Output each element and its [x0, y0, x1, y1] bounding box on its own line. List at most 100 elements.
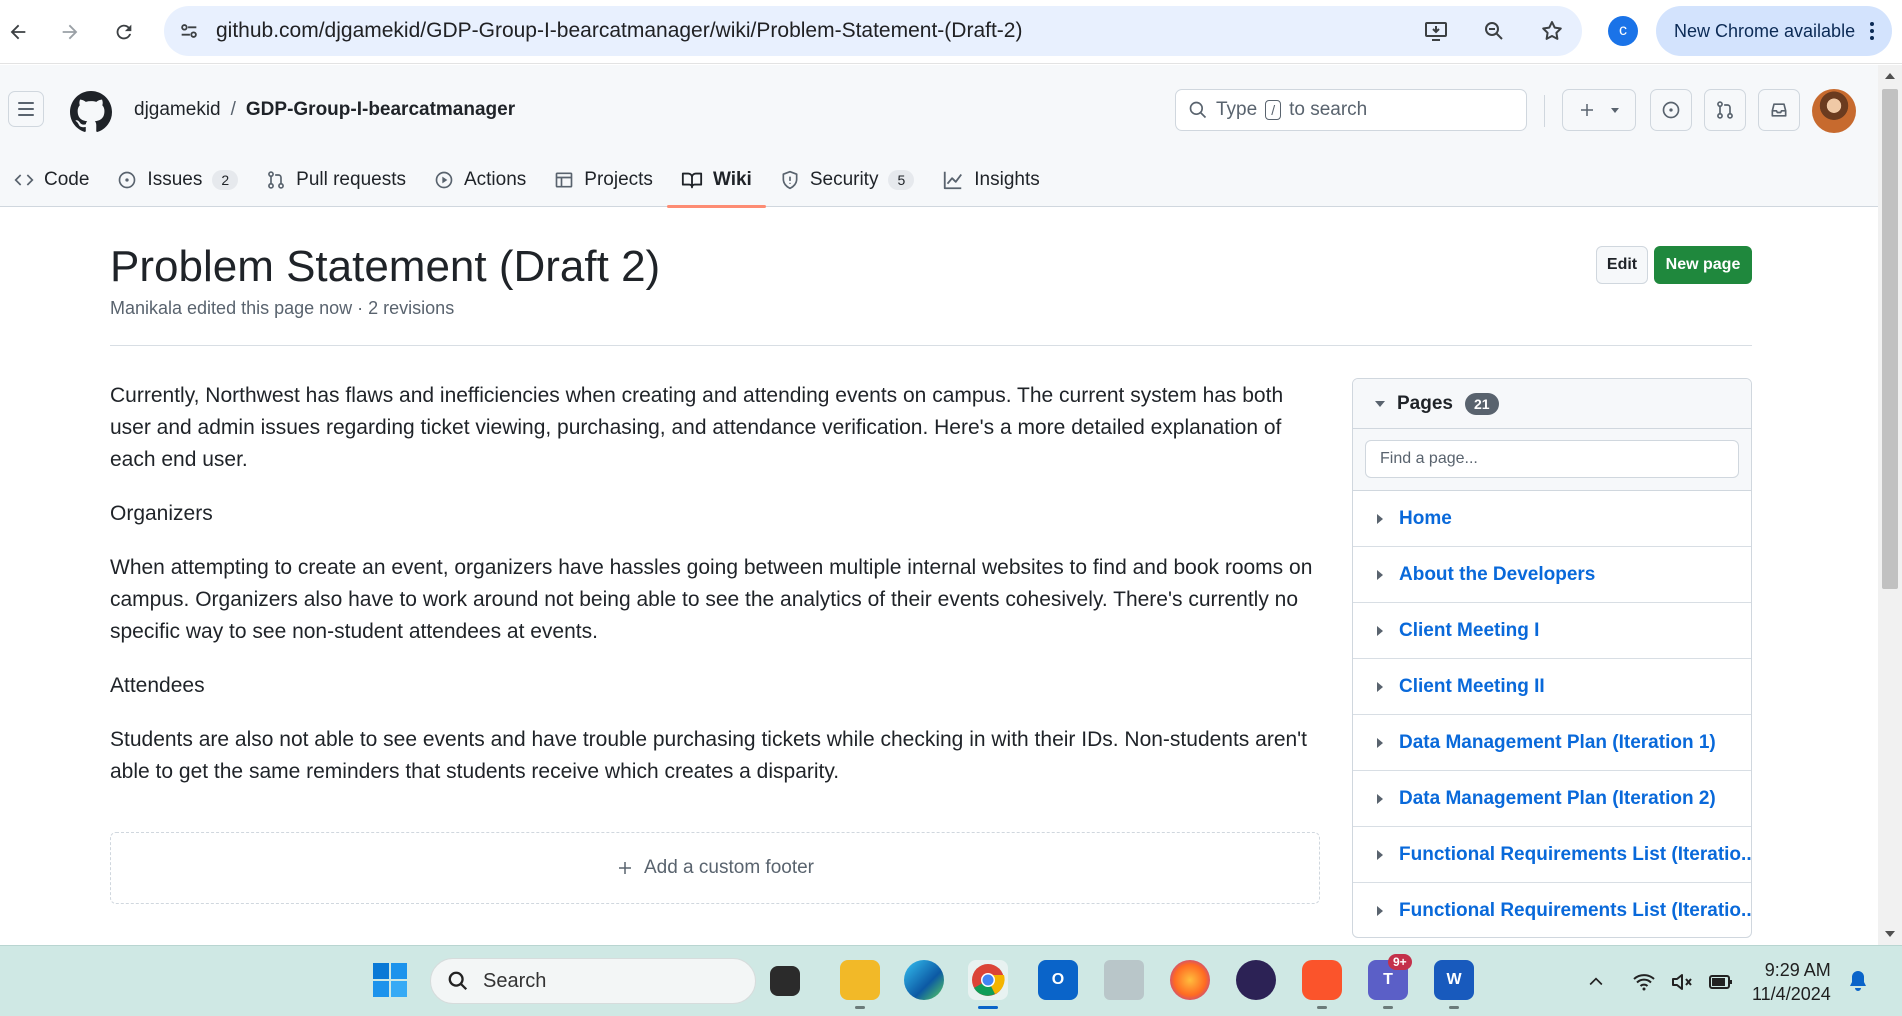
database-app-icon[interactable] [1104, 960, 1144, 1000]
wiki-body: Currently, Northwest has flaws and ineff… [110, 380, 1328, 810]
tab-projects[interactable]: Projects [540, 153, 667, 207]
pages-count-badge: 21 [1464, 392, 1499, 415]
tab-actions[interactable]: Actions [420, 153, 540, 207]
find-page-input[interactable] [1365, 440, 1739, 478]
expand-triangle-icon[interactable] [1377, 681, 1383, 692]
new-page-button[interactable]: New page [1654, 246, 1752, 284]
header-divider [1544, 95, 1545, 127]
breadcrumb-separator: / [230, 99, 236, 120]
page-link-about-developers[interactable]: About the Developers [1399, 564, 1595, 586]
chrome-update-label: New Chrome available [1674, 20, 1856, 41]
page-link-functional-req-1[interactable]: Functional Requirements List (Iteratio..… [1399, 844, 1751, 866]
notification-bell-icon[interactable] [1846, 968, 1870, 994]
page-link-data-plan-2[interactable]: Data Management Plan (Iteration 2) [1399, 788, 1716, 810]
tab-wiki[interactable]: Wiki [666, 153, 766, 208]
repo-owner-link[interactable]: djgamekid [134, 99, 221, 121]
page-link-client-meeting-1[interactable]: Client Meeting I [1399, 620, 1539, 642]
forward-button[interactable] [52, 14, 88, 50]
inbox-button[interactable] [1758, 89, 1800, 131]
sidebar-page-item[interactable]: Home [1353, 491, 1751, 547]
expand-triangle-icon[interactable] [1377, 793, 1383, 804]
tab-code[interactable]: Code [0, 153, 103, 207]
battery-icon[interactable] [1708, 970, 1734, 994]
plus-icon [618, 862, 631, 874]
book-icon [681, 172, 703, 189]
expand-triangle-icon[interactable] [1377, 905, 1383, 916]
reload-button[interactable] [106, 14, 142, 50]
github-logo-icon[interactable] [70, 91, 112, 133]
chrome-taskbar-icon[interactable] [968, 960, 1008, 1000]
edge-browser-icon[interactable] [904, 960, 944, 1000]
wifi-icon[interactable] [1632, 970, 1656, 994]
outlook-icon[interactable]: O [1038, 960, 1078, 1000]
tab-wiki-label: Wiki [712, 169, 752, 190]
page-scrollbar[interactable] [1878, 65, 1902, 945]
chrome-update-button[interactable]: New Chrome available [1656, 6, 1892, 56]
firefox-icon[interactable] [1170, 960, 1210, 1000]
expand-triangle-icon[interactable] [1377, 849, 1383, 860]
profile-avatar[interactable]: c [1608, 16, 1638, 46]
scrollbar-thumb[interactable] [1882, 89, 1898, 589]
bookmark-star-icon[interactable] [1540, 19, 1564, 43]
tab-issues[interactable]: Issues 2 [103, 153, 252, 207]
sidebar-page-item[interactable]: Client Meeting I [1353, 603, 1751, 659]
file-explorer-icon[interactable] [840, 960, 880, 1000]
running-indicator [1317, 1006, 1327, 1009]
install-app-icon[interactable] [1424, 19, 1448, 43]
sidebar-page-item[interactable]: Functional Requirements List (Iteratio..… [1353, 827, 1751, 883]
caret-down-icon [1611, 108, 1619, 113]
eclipse-icon[interactable] [1236, 960, 1276, 1000]
heading-attendees: Attendees [110, 674, 205, 697]
pages-header[interactable]: Pages 21 [1353, 379, 1751, 429]
running-indicator [1383, 1006, 1393, 1009]
create-new-button[interactable] [1562, 89, 1636, 131]
sidebar-page-item[interactable]: Data Management Plan (Iteration 1) [1353, 715, 1751, 771]
page-link-data-plan-1[interactable]: Data Management Plan (Iteration 1) [1399, 732, 1716, 754]
site-settings-icon[interactable] [178, 20, 200, 42]
hamburger-menu-icon[interactable] [8, 91, 44, 127]
expand-triangle-icon[interactable] [1377, 569, 1383, 580]
address-bar[interactable]: github.com/djgamekid/GDP-Group-I-bearcat… [164, 6, 1582, 56]
repo-name-link[interactable]: GDP-Group-I-bearcatmanager [246, 99, 515, 121]
zoom-icon[interactable] [1482, 19, 1506, 43]
expand-triangle-icon[interactable] [1377, 513, 1383, 524]
expand-triangle-icon[interactable] [1377, 625, 1383, 636]
tab-insights[interactable]: Insights [928, 153, 1053, 207]
paragraph-attendees: Students are also not able to see events… [110, 728, 1308, 783]
back-button[interactable] [0, 14, 36, 50]
shield-icon [782, 170, 798, 190]
sidebar-page-item[interactable]: Client Meeting II [1353, 659, 1751, 715]
tab-security[interactable]: Security 5 [766, 153, 928, 207]
search-input[interactable]: Type / to search [1175, 89, 1527, 131]
chevron-up-icon[interactable] [1586, 972, 1606, 992]
scroll-down-arrow-icon[interactable] [1885, 931, 1895, 937]
taskbar-search-label: Search [483, 969, 547, 992]
page-link-functional-req-2[interactable]: Functional Requirements List (Iteratio..… [1399, 900, 1751, 922]
collapse-triangle-icon [1375, 400, 1385, 407]
pull-requests-button[interactable] [1704, 89, 1746, 131]
clock[interactable]: 9:29 AM 11/4/2024 [1752, 958, 1831, 1006]
issues-button[interactable] [1650, 89, 1692, 131]
sidebar-page-item[interactable]: Data Management Plan (Iteration 2) [1353, 771, 1751, 827]
word-icon[interactable]: W [1434, 960, 1474, 1000]
page-edit-meta[interactable]: Manikala edited this page now · 2 revisi… [110, 298, 454, 319]
add-custom-footer-button[interactable]: Add a custom footer [110, 832, 1320, 904]
security-count-badge: 5 [888, 170, 915, 190]
task-view-icon[interactable] [770, 966, 800, 996]
edit-button[interactable]: Edit [1596, 246, 1648, 284]
url-text[interactable]: github.com/djgamekid/GDP-Group-I-bearcat… [216, 19, 1424, 43]
expand-triangle-icon[interactable] [1377, 737, 1383, 748]
search-icon [1189, 101, 1207, 119]
page-link-home[interactable]: Home [1399, 508, 1452, 530]
taskbar-search-input[interactable]: Search [430, 958, 756, 1004]
speaker-muted-icon[interactable] [1670, 970, 1694, 994]
tab-pull-requests[interactable]: Pull requests [252, 153, 420, 207]
user-avatar[interactable] [1812, 89, 1856, 133]
sidebar-page-item[interactable]: About the Developers [1353, 547, 1751, 603]
sidebar-page-item[interactable]: Functional Requirements List (Iteratio..… [1353, 883, 1751, 937]
find-page-container [1353, 429, 1751, 491]
page-link-client-meeting-2[interactable]: Client Meeting II [1399, 676, 1545, 698]
scroll-up-arrow-icon[interactable] [1885, 73, 1895, 79]
windows-start-icon[interactable] [370, 960, 410, 1000]
brave-browser-icon[interactable] [1302, 960, 1342, 1000]
